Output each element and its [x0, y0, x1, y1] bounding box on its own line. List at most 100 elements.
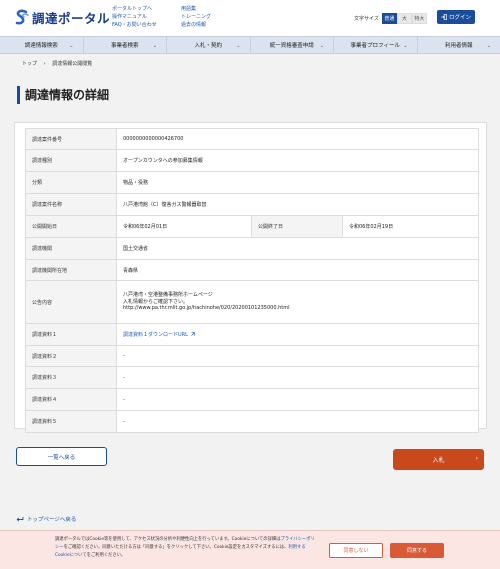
content-value: 八戸港湾・空港整備事務所ホームページ 入札情報からご確認下さい。 http://… [116, 280, 479, 324]
header-link-faq[interactable]: FAQ・お問い合わせ [112, 21, 157, 29]
login-button[interactable]: ログイン [437, 10, 475, 24]
category-value: 物品・役務 [116, 171, 479, 194]
detail-table: 調達案件番号 0000000000000426700 調達種別 オープンカウンタ… [25, 128, 479, 433]
type-value: オープンカウンタへの参加募集情報 [116, 149, 479, 172]
nav-item-label: 入札・契約 [194, 43, 222, 49]
table-row: 調達機関所在地 青森県 [25, 259, 479, 281]
header-link-training[interactable]: トレーニング [181, 13, 211, 21]
breadcrumb-current: 調達情報公開閲覧 [52, 61, 93, 67]
doc3-value: - [116, 366, 479, 389]
agency-label: 調達機関 [25, 237, 117, 260]
cookie-disagree-button[interactable]: 同意しない [329, 543, 383, 558]
chevron-down-icon: ⌄ [152, 43, 157, 49]
table-row: 調達資料４ - [25, 388, 479, 411]
nav-item-procurement-search[interactable]: 調達情報検索 ⌄ [0, 37, 84, 53]
header-link-glossary[interactable]: 用語集 [181, 5, 211, 13]
nav-item-business-search[interactable]: 事業者検索 ⌄ [84, 37, 167, 53]
doc4-value: - [116, 388, 479, 411]
case-name-label: 調達案件名称 [25, 193, 117, 216]
cookie-text-part: をご利用ください。 [86, 553, 126, 558]
category-label: 分類 [25, 171, 117, 194]
table-row: 調達資料３ - [25, 366, 479, 389]
chevron-right-icon: › [475, 455, 478, 462]
nav-item-qualification[interactable]: 統一資格審査申請 ⌄ [251, 37, 334, 53]
font-size-normal-button[interactable]: 普通 [381, 13, 397, 24]
logo-mark-icon [15, 9, 29, 25]
nav-item-user-info[interactable]: 利用者情報 ⌄ [418, 37, 500, 53]
header-link-past-info[interactable]: 過去の情報 [181, 21, 211, 29]
table-row: 公告内容 八戸港湾・空港整備事務所ホームページ 入札情報からご確認下さい。 ht… [25, 280, 479, 324]
table-row: 調達案件名称 八戸港湾館（C）復舎ガス警報器取替 [25, 193, 479, 216]
chevron-down-icon: ⌄ [319, 43, 324, 49]
chevron-down-icon: ⌄ [236, 43, 241, 49]
chevron-down-icon: ⌄ [403, 43, 408, 49]
site-header: 調達ポータル ポータルトップへ 操作マニュアル FAQ・お問い合わせ 用語集 ト… [0, 0, 500, 36]
logo-text: 調達ポータル [32, 11, 111, 26]
cookie-message: 調達ポータルではCookie等を使用して、アクセス状況の分析や利便性向上を行って… [55, 536, 315, 560]
font-size-label: 文字サイズ [354, 16, 379, 22]
table-row: 調達資料５ - [25, 410, 479, 433]
case-no-label: 調達案件番号 [25, 128, 117, 150]
return-arrow-icon [16, 517, 24, 522]
header-links-secondary: 用語集 トレーニング 過去の情報 [181, 5, 211, 29]
nav-item-business-profile[interactable]: 事業者プロフィール ⌄ [334, 37, 418, 53]
start-date-value: 令和06年02月01日 [116, 215, 252, 238]
case-name-value: 八戸港湾館（C）復舎ガス警報器取替 [116, 193, 479, 216]
page-top-label: トップページへ戻る [27, 517, 77, 523]
table-row: 調達資料２ - [25, 345, 479, 367]
bid-button-label: 入札 [432, 457, 445, 464]
cookie-banner: 調達ポータルではCookie等を使用して、アクセス状況の分析や利便性向上を行って… [0, 530, 500, 569]
start-date-label: 公開開始日 [25, 215, 117, 238]
nav-item-label: 統一資格審査申請 [269, 43, 314, 49]
table-row: 公開開始日 令和06年02月01日 公開終了日 令和06年02月19日 [25, 215, 479, 238]
back-to-list-button[interactable]: 一覧へ戻る [16, 447, 107, 466]
location-label: 調達機関所在地 [25, 259, 117, 281]
doc2-value: - [116, 345, 479, 367]
case-no-value: 0000000000000426700 [116, 128, 479, 150]
nav-item-label: 利用者情報 [444, 43, 473, 49]
header-links-primary: ポータルトップへ 操作マニュアル FAQ・お問い合わせ [112, 5, 157, 29]
end-date-label: 公開終了日 [251, 215, 343, 238]
doc3-label: 調達資料３ [25, 366, 117, 389]
nav-item-label: 事業者プロフィール [350, 43, 400, 49]
nav-item-label: 調達情報検索 [24, 43, 58, 49]
doc1-link-text: 調達資料１ダウンロードURL [123, 332, 188, 338]
doc1-label: 調達資料１ [25, 323, 117, 346]
chevron-right-icon: › [43, 61, 46, 67]
login-label: ログイン [448, 15, 471, 21]
doc5-value: - [116, 410, 479, 433]
table-row: 調達資料１ 調達資料１ダウンロードURL [25, 323, 479, 346]
detail-card: 調達案件番号 0000000000000426700 調達種別 オープンカウンタ… [14, 122, 487, 433]
bid-button[interactable]: 入札 › [393, 449, 484, 470]
font-size-large-button[interactable]: 大 [396, 13, 412, 24]
doc1-download-link[interactable]: 調達資料１ダウンロードURL [123, 332, 195, 338]
end-date-value: 令和06年02月19日 [342, 215, 479, 238]
doc1-value: 調達資料１ダウンロードURL [116, 323, 479, 346]
table-row: 調達案件番号 0000000000000426700 [25, 128, 479, 150]
title-accent-bar [17, 86, 20, 104]
header-link-manual[interactable]: 操作マニュアル [112, 13, 157, 21]
site-logo[interactable]: 調達ポータル [14, 8, 110, 27]
nav-item-bidding[interactable]: 入札・契約 ⌄ [167, 37, 251, 53]
nav-item-label: 事業者検索 [110, 43, 139, 49]
header-link-portal-top[interactable]: ポータルトップへ [112, 5, 157, 13]
external-link-icon [191, 332, 195, 336]
font-size-xlarge-button[interactable]: 特大 [411, 13, 427, 24]
table-row: 調達機関 国土交通省 [25, 237, 479, 260]
font-size-switcher: 文字サイズ 普通 大 特大 [354, 13, 427, 24]
table-row: 分類 物品・役務 [25, 171, 479, 194]
doc4-label: 調達資料４ [25, 388, 117, 411]
cookie-text-part: をご確認ください。同意いただける方は「同意する」をクリックして下さい。Cooki… [63, 545, 289, 550]
cookie-agree-button[interactable]: 同意する [390, 543, 444, 558]
content-label: 公告内容 [25, 280, 117, 324]
doc5-label: 調達資料５ [25, 410, 117, 433]
chevron-down-icon: ⌄ [69, 43, 74, 49]
agency-value: 国土交通省 [116, 237, 479, 260]
location-value: 青森県 [116, 259, 479, 281]
content-url: http://www.pa.thr.mlit.go.jp/hachinohe/0… [123, 305, 290, 312]
table-row: 調達種別 オープンカウンタへの参加募集情報 [25, 149, 479, 172]
breadcrumb-home-link[interactable]: トップ [22, 61, 37, 67]
page-top-link[interactable]: トップページへ戻る [16, 515, 76, 523]
global-nav: 調達情報検索 ⌄ 事業者検索 ⌄ 入札・契約 ⌄ 統一資格審査申請 ⌄ 事業者プ… [0, 36, 500, 54]
login-icon [441, 14, 447, 20]
